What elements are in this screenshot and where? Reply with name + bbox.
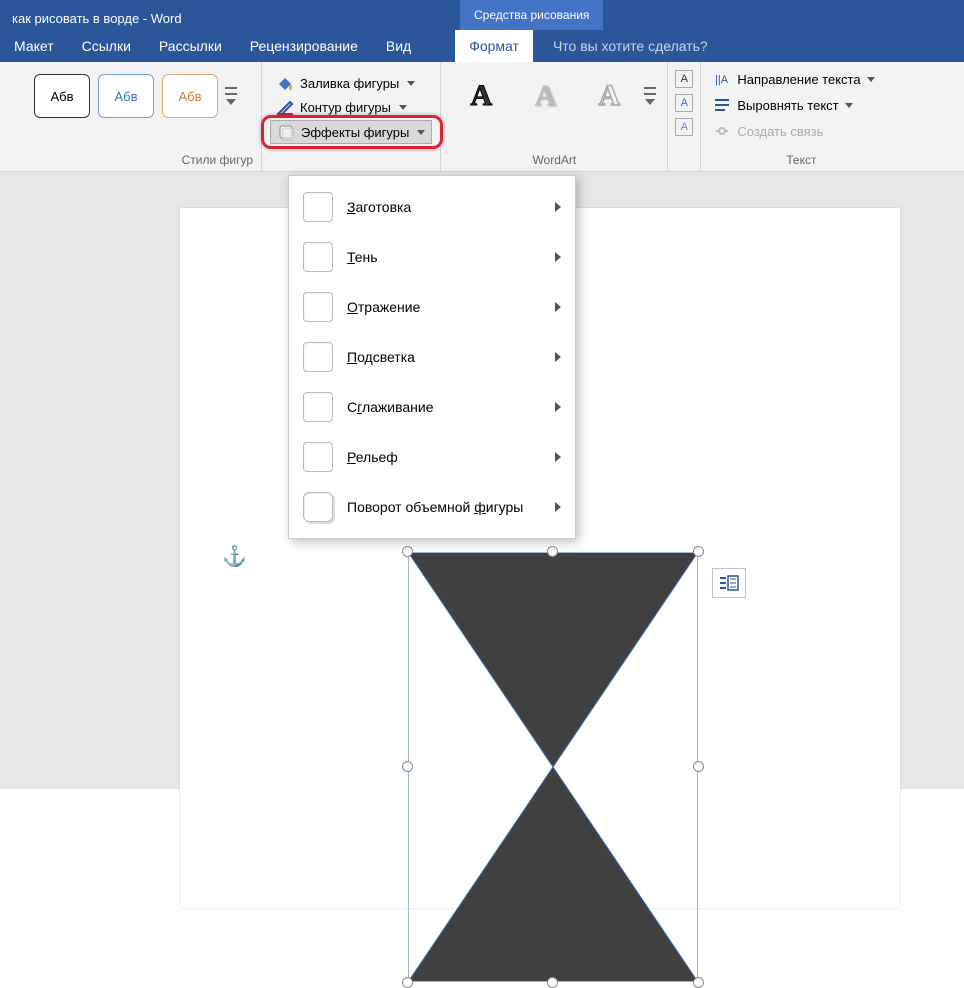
glow-icon (303, 342, 333, 372)
shape-style-swatch-3[interactable]: Абв (162, 74, 218, 118)
dropdown-icon (867, 77, 875, 82)
shape-outline-label: Контур фигуры (300, 100, 391, 115)
group-label-text: Текст (709, 151, 893, 169)
menu-label: Отражение (347, 299, 420, 315)
selection-border (408, 552, 698, 982)
submenu-arrow-icon (555, 302, 561, 312)
group-label-shape-styles: Стили фигур (30, 151, 253, 169)
text-direction-label: Направление текста (737, 72, 860, 87)
window-title: как рисовать в ворде - Word (0, 7, 194, 30)
group-wordart-format: A A A (668, 62, 701, 171)
tab-format[interactable]: Формат (455, 30, 533, 62)
text-effects-button[interactable]: A (675, 118, 693, 136)
group-shape-format: Заливка фигуры Контур фигуры Эффекты фиг… (262, 62, 441, 171)
link-icon (713, 122, 731, 140)
text-outline-button[interactable]: A (675, 94, 693, 112)
dropdown-icon (845, 103, 853, 108)
tab-references[interactable]: Ссылки (68, 30, 145, 62)
wordart-swatch-3[interactable]: A (581, 74, 637, 118)
shape-style-more-button[interactable] (222, 68, 240, 124)
bevel-icon (303, 442, 333, 472)
reflection-icon (303, 292, 333, 322)
align-text-button[interactable]: Выровнять текст (709, 94, 893, 116)
menu-item-glow[interactable]: Подсветка (289, 332, 575, 382)
create-link-label: Создать связь (737, 124, 823, 139)
resize-handle[interactable] (402, 761, 413, 772)
menu-item-reflection[interactable]: Отражение (289, 282, 575, 332)
ribbon-tabs: Макет Ссылки Рассылки Рецензирование Вид… (0, 30, 964, 62)
menu-label: Сглаживание (347, 399, 433, 415)
wordart-swatch-2[interactable]: A (517, 74, 573, 118)
soft-edges-icon (303, 392, 333, 422)
dropdown-icon (399, 105, 407, 110)
layout-options-button[interactable] (712, 568, 746, 598)
shape-fill-button[interactable]: Заливка фигуры (270, 72, 432, 94)
submenu-arrow-icon (555, 452, 561, 462)
rotation-3d-icon (303, 492, 333, 522)
menu-item-preset[interactable]: Заготовка (289, 182, 575, 232)
group-shape-styles: Абв Абв Абв Стили фигур (22, 62, 262, 171)
menu-label: Тень (347, 249, 378, 265)
text-direction-icon: ||A (713, 70, 731, 88)
tab-review[interactable]: Рецензирование (236, 30, 372, 62)
menu-item-soft-edges[interactable]: Сглаживание (289, 382, 575, 432)
tab-mailings[interactable]: Рассылки (145, 30, 236, 62)
shape-fill-label: Заливка фигуры (300, 76, 399, 91)
shape-outline-button[interactable]: Контур фигуры (270, 96, 432, 118)
group-wordart: A A A WordArt (441, 62, 668, 171)
svg-text:||A: ||A (715, 74, 729, 86)
pen-outline-icon (276, 98, 294, 116)
submenu-arrow-icon (555, 502, 561, 512)
text-fill-button[interactable]: A (675, 70, 693, 88)
shape-effects-label: Эффекты фигуры (301, 125, 409, 140)
tell-me-label: Что вы хотите сделать? (553, 38, 708, 54)
resize-handle[interactable] (693, 761, 704, 772)
tab-spacer (425, 30, 455, 62)
text-direction-button[interactable]: ||A Направление текста (709, 68, 893, 90)
tab-tell-me[interactable]: Что вы хотите сделать? (533, 30, 722, 62)
submenu-arrow-icon (555, 252, 561, 262)
submenu-arrow-icon (555, 202, 561, 212)
create-link-button: Создать связь (709, 120, 893, 142)
group-text: ||A Направление текста Выровнять текст С… (701, 62, 901, 171)
menu-item-shadow[interactable]: Тень (289, 232, 575, 282)
group-label-wordart: WordArt (449, 151, 659, 169)
dropdown-icon (417, 130, 425, 135)
resize-handle[interactable] (402, 546, 413, 557)
contextual-tab-title: Средства рисования (460, 0, 603, 30)
paint-bucket-icon (276, 74, 294, 92)
shape-style-swatch-1[interactable]: Абв (34, 74, 90, 118)
menu-item-bevel[interactable]: Рельеф (289, 432, 575, 482)
resize-handle[interactable] (402, 977, 413, 988)
resize-handle[interactable] (693, 546, 704, 557)
shape-style-swatch-2[interactable]: Абв (98, 74, 154, 118)
shadow-icon (303, 242, 333, 272)
resize-handle[interactable] (693, 977, 704, 988)
anchor-icon: ⚓ (222, 544, 247, 569)
submenu-arrow-icon (555, 352, 561, 362)
wordart-more-button[interactable] (641, 68, 659, 124)
wordart-swatch-1[interactable]: A (453, 74, 509, 118)
shape-effects-menu: Заготовка Тень Отражение Подсветка Сглаж… (288, 175, 576, 539)
submenu-arrow-icon (555, 402, 561, 412)
effects-icon (277, 123, 295, 141)
menu-item-3d-rotation[interactable]: Поворот объемной фигуры (289, 482, 575, 532)
align-text-icon (713, 96, 731, 114)
align-text-label: Выровнять текст (737, 98, 838, 113)
shape-selection[interactable] (408, 552, 698, 982)
shape-effects-button[interactable]: Эффекты фигуры (270, 120, 432, 144)
preset-icon (303, 192, 333, 222)
resize-handle[interactable] (547, 546, 558, 557)
ribbon: Абв Абв Абв Стили фигур Заливка фигуры (0, 62, 964, 172)
resize-handle[interactable] (547, 977, 558, 988)
menu-label: Заготовка (347, 199, 411, 215)
menu-label: Поворот объемной фигуры (347, 499, 523, 515)
dropdown-icon (407, 81, 415, 86)
tab-view[interactable]: Вид (372, 30, 425, 62)
tab-layout[interactable]: Макет (0, 30, 68, 62)
menu-label: Подсветка (347, 349, 415, 365)
menu-label: Рельеф (347, 449, 398, 465)
